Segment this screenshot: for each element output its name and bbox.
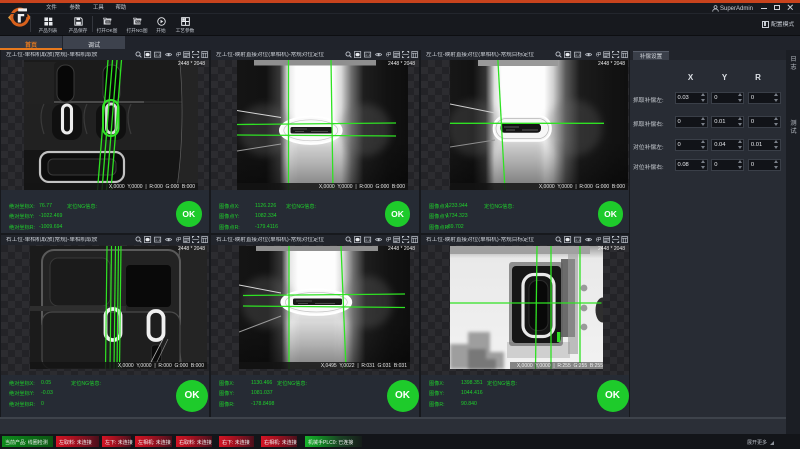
svg-text:1:1: 1:1	[365, 53, 370, 57]
svg-text:1:1: 1:1	[365, 238, 370, 242]
svg-text:OK: OK	[105, 20, 109, 24]
svg-text:1:1: 1:1	[155, 53, 160, 57]
svg-text:1:1: 1:1	[155, 238, 160, 242]
svg-text:NG: NG	[135, 20, 139, 24]
svg-text:6: 6	[176, 53, 179, 59]
svg-text:6: 6	[596, 238, 599, 244]
svg-text:1:1: 1:1	[575, 238, 580, 242]
svg-text:6: 6	[386, 238, 389, 244]
svg-text:6: 6	[176, 238, 179, 244]
svg-text:6: 6	[596, 53, 599, 59]
svg-text:6: 6	[386, 53, 389, 59]
svg-text:1:1: 1:1	[575, 53, 580, 57]
